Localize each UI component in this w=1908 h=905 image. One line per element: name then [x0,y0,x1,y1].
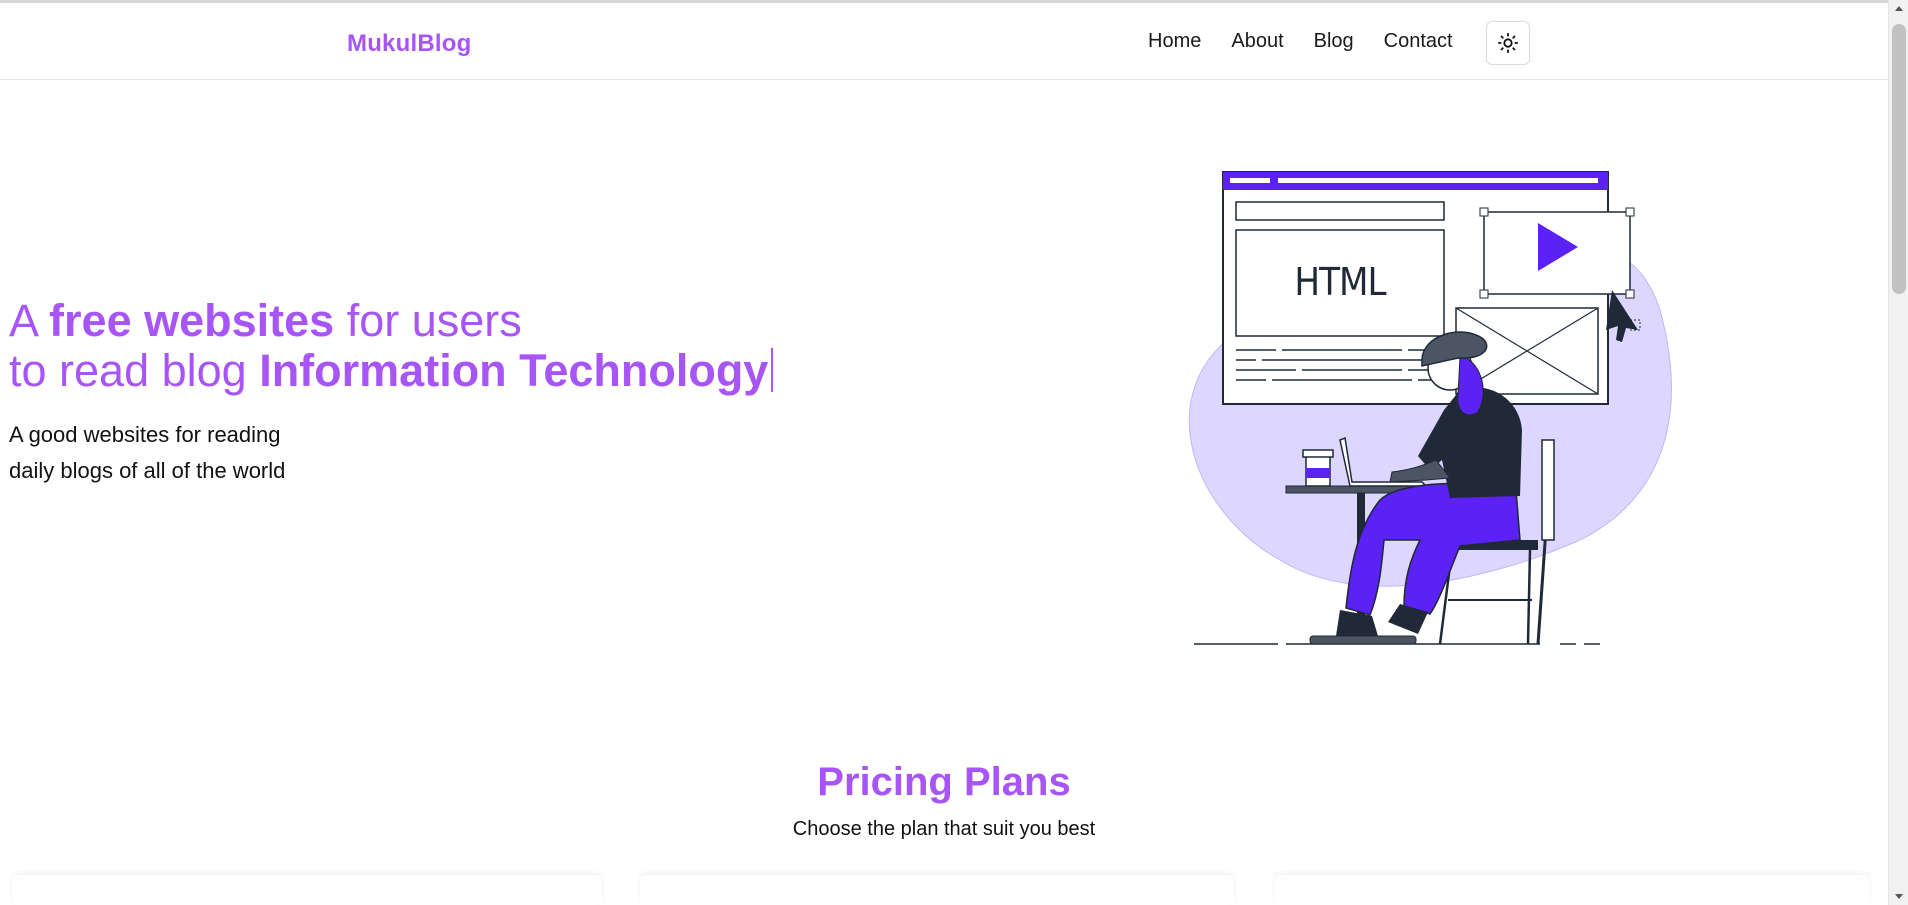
hero-line2-prefix: to read blog [9,345,260,396]
hero-line1-prefix: A [9,295,50,346]
nav-link-contact[interactable]: Contact [1384,30,1453,53]
hero-illustration: HTML [1188,171,1672,645]
pricing-card-2 [640,875,1234,905]
navbar: MukulBlog Home About Blog Contact [0,3,1888,80]
illustration-code-label: HTML [1294,260,1386,304]
pricing-card-1 [12,875,602,905]
hero-title: A free websites for users to read blog I… [9,295,774,396]
nav-link-home[interactable]: Home [1148,30,1201,53]
pricing-subtitle: Choose the plan that suit you best [792,818,1096,840]
pricing-card-3 [1275,875,1869,905]
pricing-title: Pricing Plans [817,760,1071,804]
scroll-down-arrow-icon[interactable] [1895,894,1903,899]
hero-subtitle-line2: daily blogs of all of the world [9,458,286,483]
hero-subtitle-line1: A good websites for reading [9,422,281,447]
nav-links: Home About Blog Contact [1148,30,1483,53]
scroll-thumb[interactable] [1892,24,1906,294]
theme-toggle-button[interactable] [1486,21,1530,65]
scroll-up-arrow-icon[interactable] [1895,6,1903,11]
hero-line1-suffix: for users [334,295,522,346]
vertical-scrollbar[interactable] [1888,0,1908,905]
brand-logo[interactable]: MukulBlog [347,30,471,58]
nav-link-blog[interactable]: Blog [1314,30,1354,53]
nav-link-about[interactable]: About [1231,30,1283,53]
hero-line2-bold: Information Technology [259,345,769,396]
hero-subtitle: A good websites for reading daily blogs … [9,417,285,489]
typing-cursor [771,348,774,392]
sun-icon [1497,32,1519,54]
hero-line1-bold: free websites [49,295,335,346]
